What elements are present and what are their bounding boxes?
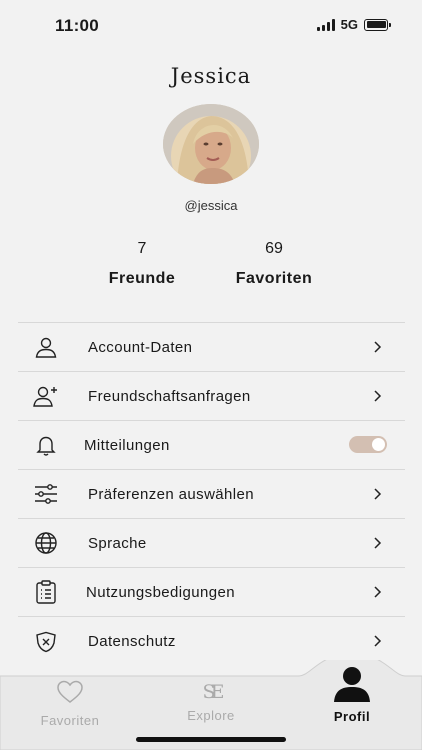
profile-photo bbox=[163, 104, 259, 184]
avatar[interactable] bbox=[163, 104, 259, 184]
menu-label: Freundschaftsanfragen bbox=[88, 387, 251, 405]
menu-label: Account-Daten bbox=[88, 338, 193, 356]
tab-label: Explore bbox=[187, 708, 235, 723]
menu-item-account[interactable]: Account-Daten bbox=[18, 323, 405, 372]
add-user-icon bbox=[32, 382, 60, 410]
user-icon bbox=[32, 333, 60, 361]
menu-item-terms[interactable]: Nutzungsbedigungen bbox=[18, 568, 405, 617]
favorites-label: Favoriten bbox=[235, 270, 313, 287]
clipboard-icon bbox=[32, 578, 60, 606]
menu-label: Nutzungsbedigungen bbox=[86, 583, 235, 601]
tab-label: Favoriten bbox=[40, 713, 100, 728]
menu-item-privacy[interactable]: Datenschutz bbox=[18, 617, 405, 666]
profile-icon bbox=[334, 667, 370, 702]
signal-icon bbox=[316, 18, 335, 31]
heart-icon bbox=[57, 680, 83, 703]
tab-label: Profil bbox=[333, 709, 371, 724]
logo-icon: SE bbox=[202, 681, 225, 703]
tab-explore[interactable]: SE Explore bbox=[161, 680, 261, 723]
toggle-knob bbox=[372, 438, 385, 451]
chevron-right-icon bbox=[374, 635, 382, 647]
chevron-right-icon bbox=[374, 537, 382, 549]
menu-label: Datenschutz bbox=[88, 633, 176, 650]
friends-count: 7 bbox=[137, 240, 147, 257]
settings-menu: Account-Daten Freundschaftsanfragen Mitt… bbox=[18, 322, 405, 666]
tab-profile[interactable]: Profil bbox=[302, 666, 402, 724]
friends-label: Freunde bbox=[108, 270, 176, 287]
menu-label: Sprache bbox=[88, 534, 147, 552]
menu-item-notifications[interactable]: Mitteilungen bbox=[18, 421, 405, 470]
menu-item-preferences[interactable]: Präferenzen auswählen bbox=[18, 470, 405, 519]
menu-label: Präferenzen auswählen bbox=[88, 485, 255, 503]
favorites-count: 69 bbox=[265, 240, 283, 257]
network-label: 5G bbox=[340, 17, 358, 32]
status-time: 11:00 bbox=[55, 16, 100, 35]
notifications-toggle[interactable] bbox=[349, 436, 387, 453]
status-bar: 11:00 5G bbox=[0, 0, 422, 50]
bell-icon bbox=[32, 431, 60, 459]
battery-icon bbox=[364, 18, 391, 31]
chevron-right-icon bbox=[374, 586, 382, 598]
menu-item-language[interactable]: Sprache bbox=[18, 519, 405, 568]
chevron-right-icon bbox=[374, 390, 382, 402]
sliders-icon bbox=[32, 480, 60, 508]
shield-icon bbox=[32, 628, 60, 656]
stat-favorites[interactable]: 69 Favoriten bbox=[214, 240, 334, 288]
chevron-right-icon bbox=[374, 341, 382, 353]
username: @jessica bbox=[184, 198, 238, 213]
chevron-right-icon bbox=[374, 488, 382, 500]
home-indicator bbox=[136, 737, 286, 742]
status-indicators: 5G bbox=[316, 17, 391, 32]
menu-item-friend-requests[interactable]: Freundschaftsanfragen bbox=[18, 372, 405, 421]
profile-name: Jessica bbox=[170, 64, 252, 88]
stat-friends[interactable]: 7 Freunde bbox=[82, 240, 202, 288]
globe-icon bbox=[32, 529, 60, 557]
tab-favorites[interactable]: Favoriten bbox=[20, 680, 120, 728]
